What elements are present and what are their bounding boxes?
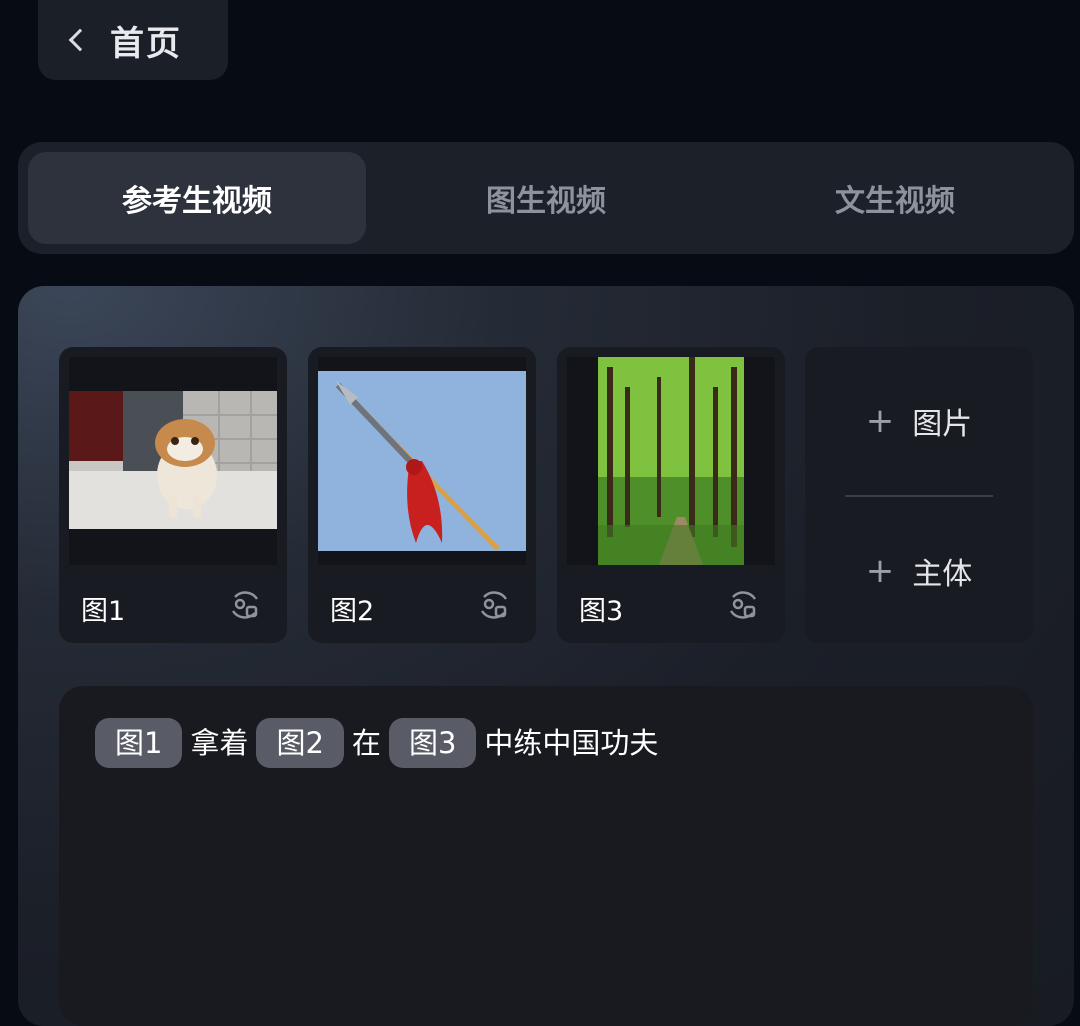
- reference-chip-1[interactable]: 图1: [95, 718, 183, 768]
- back-label: 首页: [110, 23, 182, 64]
- plus-icon: +: [865, 551, 895, 591]
- reference-chip-3[interactable]: 图3: [388, 718, 477, 768]
- add-image-button[interactable]: + 图片: [805, 399, 1033, 443]
- swap-icon[interactable]: [474, 585, 514, 625]
- reference-card-3[interactable]: 图3: [557, 347, 785, 643]
- reference-card-1[interactable]: 图1: [59, 347, 287, 643]
- add-image-label: 图片: [912, 407, 973, 442]
- reference-panel: 图1 图2 图3 + 图片 + 主体 图1 拿着 图2 在 图3 中练中国功夫: [18, 286, 1074, 1026]
- reference-label-3: 图3: [579, 596, 624, 627]
- prompt-text: 中练中国功夫: [484, 726, 659, 760]
- reference-label-2: 图2: [330, 596, 375, 627]
- swap-icon[interactable]: [723, 585, 763, 625]
- add-reference-card: + 图片 + 主体: [805, 347, 1033, 643]
- tab-image-to-video[interactable]: 图生视频: [377, 152, 715, 244]
- back-button[interactable]: 首页: [38, 0, 228, 80]
- divider: [845, 495, 993, 497]
- tab-reference-video[interactable]: 参考生视频: [28, 152, 366, 244]
- add-subject-label: 主体: [912, 557, 973, 592]
- cat-photo-thumbnail: [69, 357, 277, 565]
- forest-photo-thumbnail: [567, 357, 775, 565]
- swap-icon[interactable]: [225, 585, 265, 625]
- tab-text-to-video[interactable]: 文生视频: [726, 152, 1064, 244]
- reference-card-2[interactable]: 图2: [308, 347, 536, 643]
- spear-photo-thumbnail: [318, 357, 526, 565]
- mode-tabs: 参考生视频 图生视频 文生视频: [18, 142, 1074, 254]
- reference-chip-2[interactable]: 图2: [256, 718, 344, 768]
- reference-label-1: 图1: [81, 596, 126, 627]
- prompt-text: 拿着: [190, 726, 249, 760]
- chevron-left-icon: [68, 28, 92, 52]
- prompt-text: 在: [351, 726, 381, 760]
- add-subject-button[interactable]: + 主体: [805, 549, 1033, 593]
- prompt-input[interactable]: 图1 拿着 图2 在 图3 中练中国功夫: [59, 686, 1033, 1026]
- plus-icon: +: [865, 401, 895, 441]
